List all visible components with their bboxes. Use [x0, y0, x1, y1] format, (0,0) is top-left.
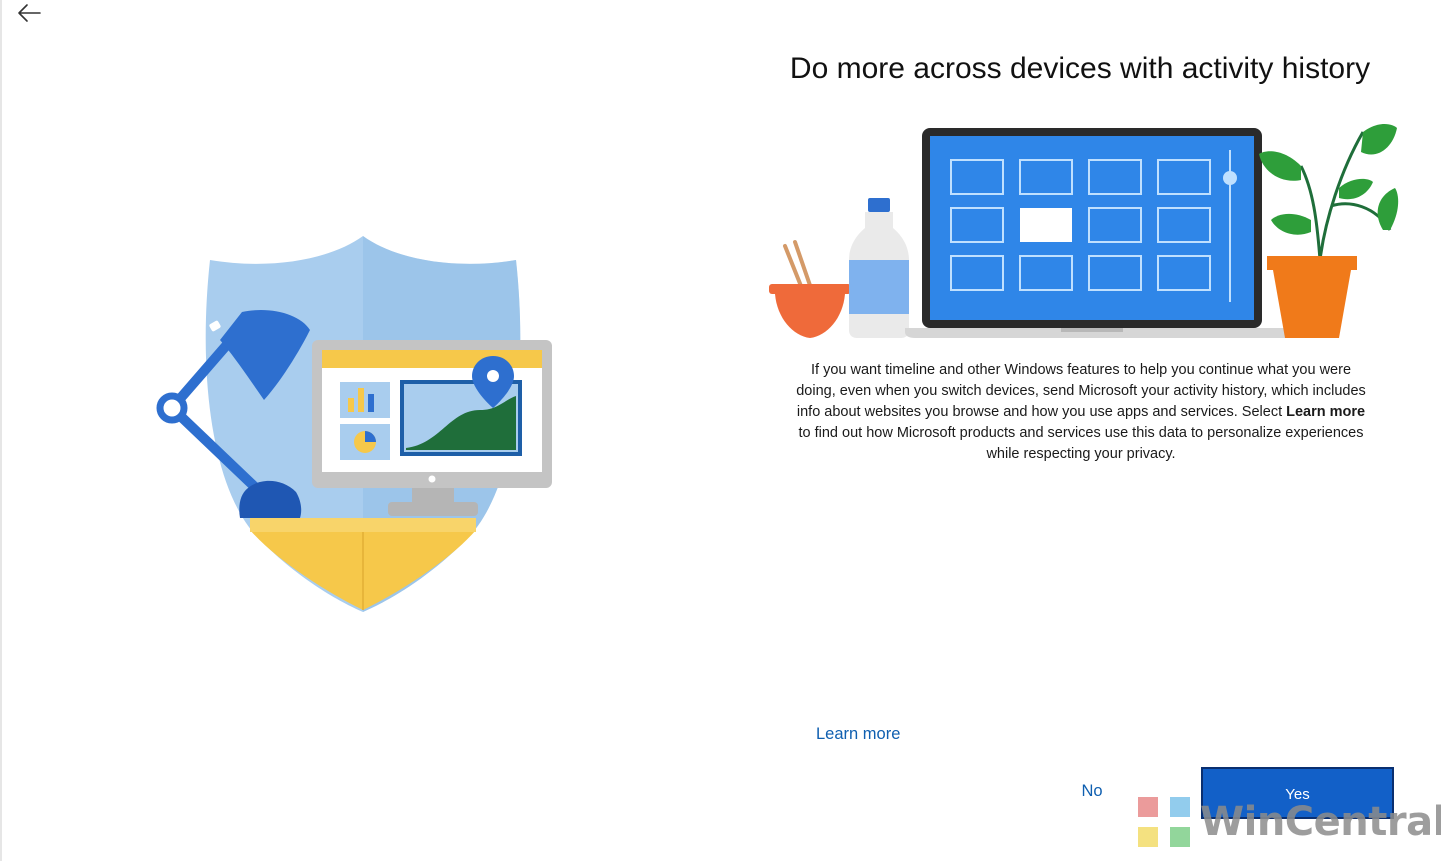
window-edge	[0, 0, 2, 861]
bowl-illustration	[769, 240, 851, 338]
bottle-illustration	[849, 198, 909, 338]
watermark: WinCentral	[1138, 792, 1441, 852]
page-title: Do more across devices with activity his…	[789, 52, 1371, 85]
arrow-left-icon	[18, 4, 41, 22]
back-button[interactable]	[12, 0, 46, 26]
description-bold-learn-more: Learn more	[1286, 404, 1366, 420]
devices-activity-illustration	[769, 124, 1399, 338]
plant-illustration	[1259, 124, 1399, 338]
watermark-logo-icon	[1138, 797, 1192, 847]
learn-more-link[interactable]: Learn more	[816, 725, 900, 744]
description-part-1: If you want timeline and other Windows f…	[796, 362, 1366, 420]
privacy-shield-illustration	[156, 236, 552, 612]
description-text: If you want timeline and other Windows f…	[792, 360, 1370, 465]
description-part-2: to find out how Microsoft products and s…	[798, 425, 1364, 462]
laptop-illustration	[905, 128, 1297, 338]
no-button[interactable]: No	[1066, 782, 1118, 806]
watermark-text: WinCentral	[1200, 799, 1441, 845]
